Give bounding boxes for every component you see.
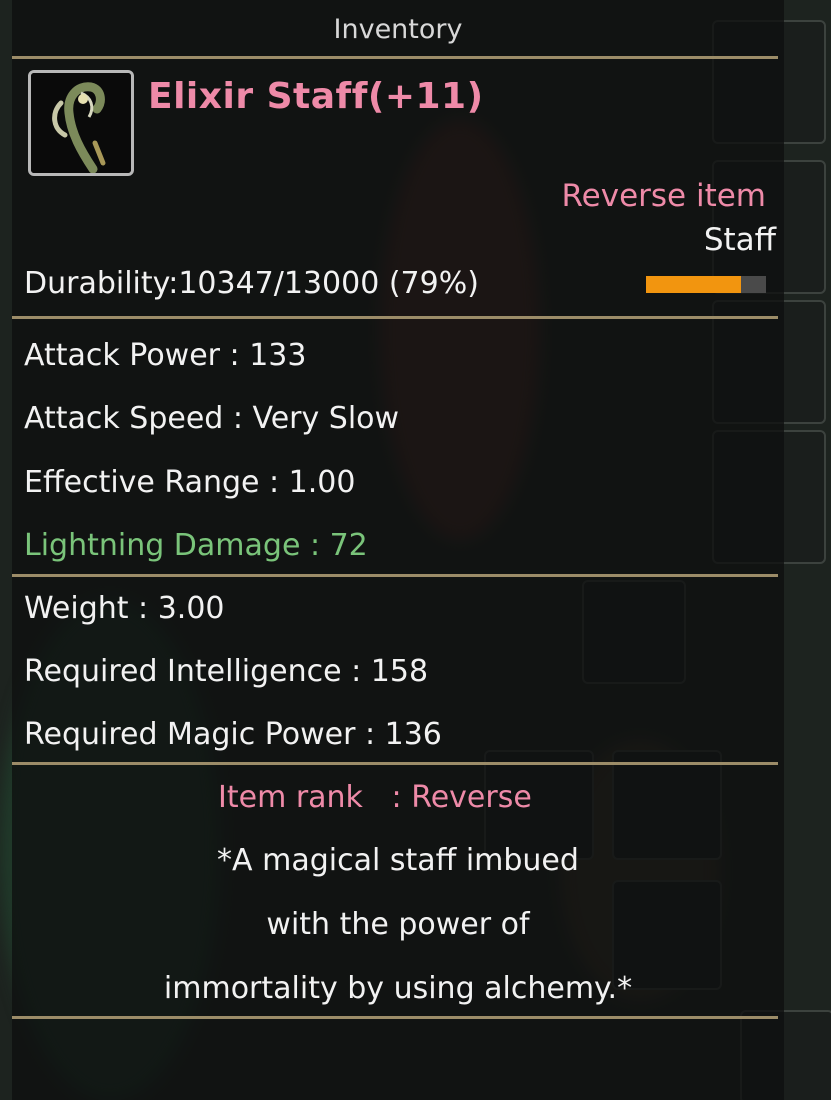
required-intelligence: Required Intelligence : 158 <box>24 654 429 689</box>
item-name: Elixir Staff(+11) <box>148 76 484 117</box>
durability-bar <box>646 276 766 293</box>
divider <box>12 1016 778 1019</box>
description-line: *A magical staff imbued <box>217 843 579 878</box>
required-magic-power: Required Magic Power : 136 <box>24 717 442 752</box>
divider <box>12 316 778 319</box>
item-rank-value: : Reverse <box>391 780 532 815</box>
attack-power: Attack Power : 133 <box>24 338 307 373</box>
attack-speed: Attack Speed : Very Slow <box>24 401 400 436</box>
effective-range: Effective Range : 1.00 <box>24 465 356 500</box>
divider <box>12 762 778 765</box>
lightning-damage: Lightning Damage : 72 <box>24 528 368 563</box>
description-line: immortality by using alchemy.* <box>163 971 633 1006</box>
item-rarity: Reverse item <box>561 178 767 214</box>
item-type: Staff <box>703 222 776 258</box>
item-icon-frame <box>28 70 134 176</box>
divider <box>12 56 778 59</box>
item-rank-label: Item rank <box>218 780 363 815</box>
item-rank: Item rank : Reverse <box>218 780 532 815</box>
window-title: Inventory <box>333 14 463 45</box>
durability-text: Durability:10347/13000 (79%) <box>24 266 479 301</box>
divider <box>12 574 778 577</box>
staff-icon <box>31 73 131 173</box>
item-tooltip: Inventory Elixir Staff(+11) Reverse item… <box>12 0 784 1100</box>
weight: Weight : 3.00 <box>24 591 225 626</box>
description-line: with the power of <box>266 907 530 942</box>
durability-bar-fill <box>646 276 741 293</box>
